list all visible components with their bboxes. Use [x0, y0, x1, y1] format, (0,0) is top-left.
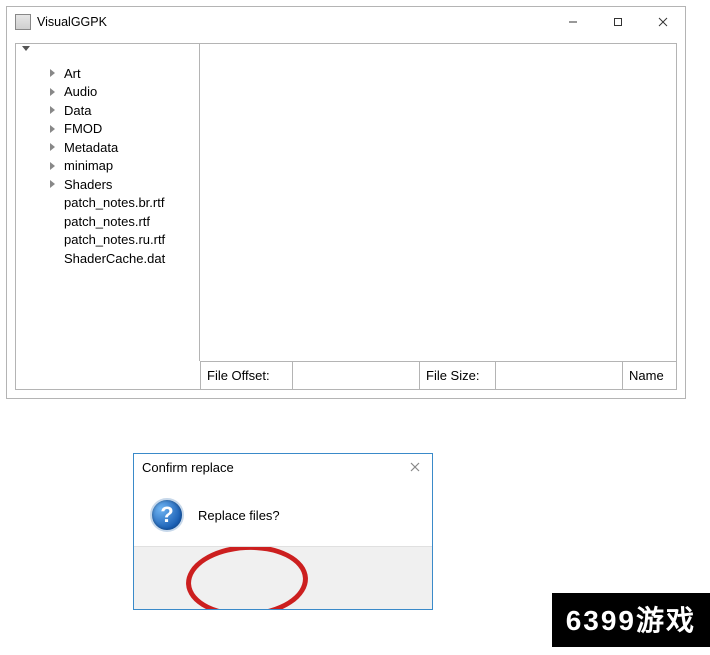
tree-item-label: minimap [64, 158, 113, 173]
file-offset-value-cell [292, 361, 419, 389]
tree-item-label: Audio [64, 84, 97, 99]
main-window: VisualGGPK Art Audio Data FMOD Metadata minim… [6, 6, 686, 399]
file-size-value-cell [495, 361, 622, 389]
tree-item[interactable]: ShaderCache.dat [50, 249, 199, 268]
file-size-value [496, 362, 622, 389]
tree-item-label: Shaders [64, 177, 112, 192]
maximize-button[interactable] [595, 8, 640, 36]
tree-item[interactable]: minimap [50, 157, 199, 176]
question-icon: ? [150, 498, 184, 532]
dialog-close-button[interactable] [404, 457, 426, 477]
tree-list: Art Audio Data FMOD Metadata minimap Shaders pa… [50, 64, 199, 268]
tree-item[interactable]: Metadata [50, 138, 199, 157]
status-bar: File Offset: File Size: Name [200, 361, 676, 389]
tree-item[interactable]: Art [50, 64, 199, 83]
file-size-label: File Size: [420, 368, 485, 383]
maximize-icon [613, 17, 623, 27]
content-pane [200, 44, 676, 361]
file-offset-label: File Offset: [201, 368, 276, 383]
tree-item-label: patch_notes.br.rtf [64, 195, 164, 210]
close-icon [658, 17, 668, 27]
tree-item-label: Metadata [64, 140, 118, 155]
close-icon [410, 462, 420, 472]
tree-item-label: Art [64, 66, 81, 81]
expand-icon[interactable] [50, 106, 60, 114]
tree-item[interactable]: patch_notes.ru.rtf [50, 231, 199, 250]
file-offset-value [293, 362, 419, 389]
client-area: Art Audio Data FMOD Metadata minimap Shaders pa… [15, 43, 677, 390]
tree-item[interactable]: Shaders [50, 175, 199, 194]
tree-item[interactable]: patch_notes.rtf [50, 212, 199, 231]
watermark: 6399游戏 [552, 593, 710, 647]
confirm-replace-dialog: Confirm replace ? Replace files? [133, 453, 433, 610]
expand-icon[interactable] [50, 88, 60, 96]
tree-item[interactable]: Audio [50, 83, 199, 102]
name-label: Name [623, 368, 670, 383]
expand-icon[interactable] [50, 69, 60, 77]
tree-item[interactable]: FMOD [50, 120, 199, 139]
expand-icon[interactable] [50, 162, 60, 170]
tree-item-label: ShaderCache.dat [64, 251, 165, 266]
dialog-message: Replace files? [198, 508, 280, 523]
root-expand-icon[interactable] [22, 46, 30, 51]
expand-icon[interactable] [50, 125, 60, 133]
dialog-body: ? Replace files? [134, 480, 432, 547]
name-label-cell: Name [622, 361, 676, 389]
close-button[interactable] [640, 8, 685, 36]
tree-item-label: FMOD [64, 121, 102, 136]
dialog-title: Confirm replace [142, 460, 404, 475]
minimize-icon [568, 17, 578, 27]
titlebar[interactable]: VisualGGPK [7, 7, 685, 37]
tree-item[interactable]: patch_notes.br.rtf [50, 194, 199, 213]
dialog-button-row [134, 547, 432, 609]
tree-item-label: patch_notes.ru.rtf [64, 232, 165, 247]
app-icon [15, 14, 31, 30]
tree-item-label: Data [64, 103, 91, 118]
expand-icon[interactable] [50, 180, 60, 188]
window-title: VisualGGPK [37, 15, 107, 29]
expand-icon[interactable] [50, 143, 60, 151]
file-size-label-cell: File Size: [419, 361, 495, 389]
minimize-button[interactable] [550, 8, 595, 36]
tree-item-label: patch_notes.rtf [64, 214, 150, 229]
file-offset-label-cell: File Offset: [200, 361, 292, 389]
annotation-circle [184, 547, 310, 609]
dialog-titlebar[interactable]: Confirm replace [134, 454, 432, 480]
tree-item[interactable]: Data [50, 101, 199, 120]
tree-pane[interactable]: Art Audio Data FMOD Metadata minimap Shaders pa… [16, 44, 200, 361]
